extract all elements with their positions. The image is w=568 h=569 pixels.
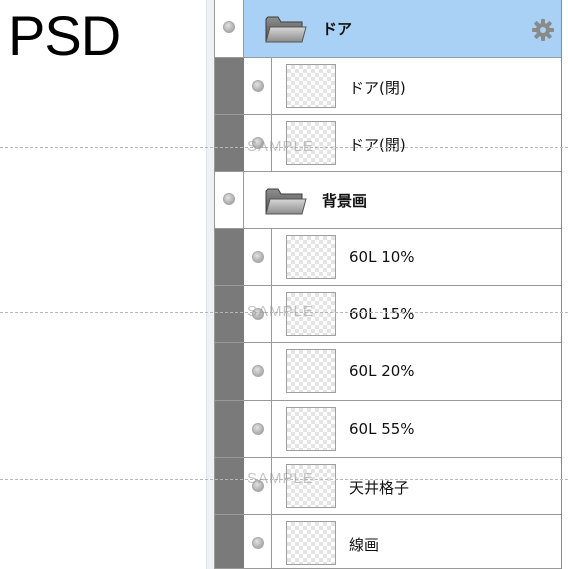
layer-name: 60L 55% [349, 420, 415, 438]
watermark-text: SAMPLE [247, 138, 314, 155]
group-indent [215, 229, 244, 285]
group-indent [215, 401, 244, 457]
layer-thumbnail [286, 64, 336, 108]
layer-name: 60L 10% [349, 248, 415, 266]
folder-icon [265, 188, 307, 215]
layer-row[interactable]: ドア(閉) [215, 58, 561, 115]
group-indent [215, 515, 244, 568]
folder-icon [265, 16, 307, 43]
visibility-toggle[interactable] [244, 343, 272, 400]
layer-group-name: ドア [322, 20, 353, 38]
gear-icon[interactable] [531, 18, 555, 42]
visibility-eye-icon [252, 423, 264, 435]
group-indent [215, 58, 244, 114]
layer-name: 天井格子 [349, 479, 410, 497]
visibility-toggle[interactable] [244, 515, 272, 568]
layer-name: 60L 20% [349, 362, 415, 380]
layer-thumbnail [286, 521, 336, 565]
format-label: PSD [8, 4, 121, 67]
group-indent [215, 458, 244, 514]
watermark-text: SAMPLE [247, 303, 314, 320]
visibility-eye-icon [252, 80, 264, 92]
layer-row[interactable]: 線画 [215, 515, 561, 569]
layer-row[interactable]: 60L 10% [215, 229, 561, 286]
layer-name: 線画 [349, 536, 380, 554]
watermark-text: SAMPLE [247, 470, 314, 487]
layer-thumbnail [286, 235, 336, 279]
group-indent [215, 343, 244, 400]
canvas-area: PSD [0, 0, 206, 569]
visibility-toggle[interactable] [244, 58, 272, 114]
layer-thumbnail [286, 349, 336, 393]
visibility-eye-icon [252, 251, 264, 263]
visibility-eye-icon [252, 537, 264, 549]
visibility-eye-icon [223, 21, 235, 33]
layer-name: 60L 15% [349, 305, 415, 323]
visibility-toggle[interactable] [215, 172, 244, 228]
group-indent [215, 286, 244, 342]
visibility-toggle[interactable] [215, 0, 244, 57]
layer-group-row[interactable]: ドア [215, 0, 561, 58]
layer-thumbnail [286, 407, 336, 451]
group-indent [215, 115, 244, 171]
visibility-toggle[interactable] [244, 401, 272, 457]
layer-group-row[interactable]: 背景画 [215, 172, 561, 229]
layer-row[interactable]: 60L 55% [215, 401, 561, 458]
visibility-eye-icon [252, 365, 264, 377]
layer-name: ドア(閉) [349, 79, 406, 97]
layer-name: ドア(開) [349, 136, 406, 154]
visibility-eye-icon [223, 193, 235, 205]
layer-group-name: 背景画 [322, 192, 368, 210]
layer-row[interactable]: 60L 20% [215, 343, 561, 401]
visibility-toggle[interactable] [244, 229, 272, 285]
